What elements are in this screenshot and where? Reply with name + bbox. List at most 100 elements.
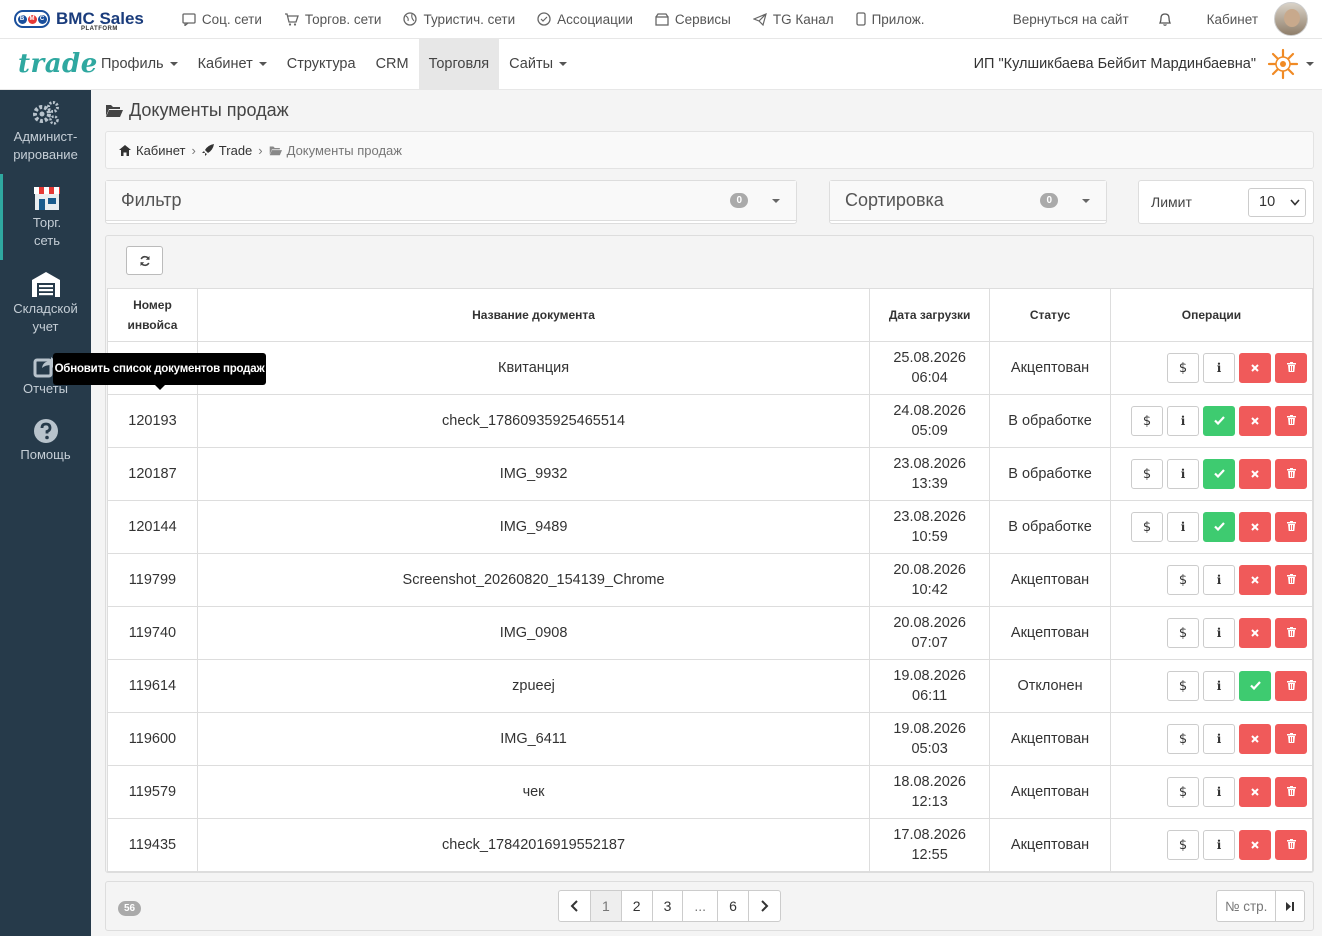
next-page-button[interactable] <box>747 891 780 921</box>
limit-select[interactable]: 10 <box>1248 187 1306 217</box>
info-button[interactable]: i <box>1203 618 1235 648</box>
brand[interactable]: BMC BMC Sales PLATFORM <box>14 9 144 32</box>
reject-button[interactable] <box>1239 618 1271 648</box>
info-button[interactable]: i <box>1203 777 1235 807</box>
payment-button[interactable]: $ <box>1167 618 1199 648</box>
accept-button[interactable] <box>1203 459 1235 489</box>
info-button[interactable]: i <box>1203 353 1235 383</box>
payment-button[interactable]: $ <box>1167 777 1199 807</box>
delete-button[interactable] <box>1275 565 1307 595</box>
cell-date: 20.08.2026 10:42 <box>869 553 991 607</box>
nav-sites[interactable]: Сайты <box>499 39 577 90</box>
cell-name[interactable]: zpueej <box>196 659 871 713</box>
sidebar-item-warehouse[interactable]: Складской учет <box>0 270 91 336</box>
page-3[interactable]: 3 <box>651 891 683 921</box>
refresh-button[interactable] <box>126 246 163 275</box>
go-to-page-button[interactable] <box>1275 891 1304 921</box>
delete-button[interactable] <box>1275 353 1307 383</box>
page-2[interactable]: 2 <box>620 891 652 921</box>
notifications-button[interactable] <box>1157 11 1179 27</box>
toplink-tourism[interactable]: Туристич. сети <box>403 12 515 27</box>
reject-button[interactable] <box>1239 353 1271 383</box>
payment-button[interactable]: $ <box>1167 353 1199 383</box>
info-button[interactable]: i <box>1203 671 1235 701</box>
cell-name[interactable]: чек <box>196 765 871 819</box>
payment-button[interactable]: $ <box>1167 830 1199 860</box>
payment-button[interactable]: $ <box>1167 671 1199 701</box>
delete-button[interactable] <box>1275 724 1307 754</box>
nav-crm[interactable]: CRM <box>366 39 419 90</box>
accept-button[interactable] <box>1203 406 1235 436</box>
cell-name[interactable]: IMG_6411 <box>196 712 871 766</box>
info-icon: i <box>1216 573 1222 587</box>
col-invoice[interactable]: Номер инвойса <box>107 288 198 342</box>
reject-button[interactable] <box>1239 724 1271 754</box>
toplink-social[interactable]: Соц. сети <box>182 12 262 27</box>
breadcrumb-cabinet[interactable]: Кабинет <box>136 143 185 158</box>
sidebar-item-trade-network[interactable]: Торг. сеть <box>0 174 91 260</box>
cabinet-link[interactable]: Кабинет <box>1207 12 1258 27</box>
cell-operations: $ i <box>1110 341 1313 395</box>
filter-panel[interactable]: Фильтр 0 <box>105 180 797 224</box>
payment-button[interactable]: $ <box>1131 406 1163 436</box>
cell-name[interactable]: IMG_9932 <box>196 447 871 501</box>
page-6[interactable]: 6 <box>717 891 748 921</box>
sidebar-item-admin[interactable]: Админист- рирование <box>0 100 91 164</box>
delete-button[interactable] <box>1275 406 1307 436</box>
reject-button[interactable] <box>1239 459 1271 489</box>
delete-button[interactable] <box>1275 830 1307 860</box>
info-button[interactable]: i <box>1167 512 1199 542</box>
toplink-apps[interactable]: Прилож. <box>855 12 925 27</box>
nav-profile[interactable]: Профиль <box>91 39 188 90</box>
col-status[interactable]: Статус <box>989 288 1111 342</box>
payment-button[interactable]: $ <box>1167 724 1199 754</box>
accept-button[interactable] <box>1239 671 1271 701</box>
delete-button[interactable] <box>1275 671 1307 701</box>
reject-button[interactable] <box>1239 777 1271 807</box>
delete-button[interactable] <box>1275 512 1307 542</box>
payment-button[interactable]: $ <box>1167 565 1199 595</box>
sidebar-item-help[interactable]: Помощь <box>0 418 91 464</box>
trade-logo[interactable]: trade <box>0 49 97 79</box>
back-to-site-link[interactable]: Вернуться на сайт <box>1013 12 1129 27</box>
avatar[interactable] <box>1274 2 1308 36</box>
company-menu[interactable]: ИП "Кулшикбаева Бейбит Мардинбаевна" <box>974 47 1314 81</box>
cell-name[interactable]: Квитанция <box>196 341 871 395</box>
prev-page-button[interactable] <box>559 891 590 921</box>
delete-button[interactable] <box>1275 777 1307 807</box>
cell-status: В обработке <box>989 447 1111 501</box>
nav-structure[interactable]: Структура <box>277 39 366 90</box>
reject-button[interactable] <box>1239 565 1271 595</box>
col-date[interactable]: Дата загрузки <box>869 288 991 342</box>
page-number-input[interactable]: № стр. <box>1217 891 1275 921</box>
close-icon <box>1251 358 1259 378</box>
toplink-trade[interactable]: Торгов. сети <box>284 12 381 27</box>
cell-name[interactable]: IMG_0908 <box>196 606 871 660</box>
toplink-telegram[interactable]: TG Канал <box>752 12 834 27</box>
col-name[interactable]: Название документа <box>196 288 871 342</box>
info-button[interactable]: i <box>1203 565 1235 595</box>
payment-button[interactable]: $ <box>1131 459 1163 489</box>
nav-cabinet[interactable]: Кабинет <box>188 39 277 90</box>
accept-button[interactable] <box>1203 512 1235 542</box>
cell-name[interactable]: IMG_9489 <box>196 500 871 554</box>
reject-button[interactable] <box>1239 830 1271 860</box>
delete-button[interactable] <box>1275 459 1307 489</box>
info-button[interactable]: i <box>1167 459 1199 489</box>
nav-trade[interactable]: Торговля <box>418 38 500 90</box>
page-1[interactable]: 1 <box>590 891 621 921</box>
info-button[interactable]: i <box>1203 724 1235 754</box>
cell-name[interactable]: check_17860935925465514 <box>196 394 871 448</box>
info-button[interactable]: i <box>1203 830 1235 860</box>
reject-button[interactable] <box>1239 512 1271 542</box>
info-button[interactable]: i <box>1167 406 1199 436</box>
toplink-services[interactable]: Сервисы <box>655 12 731 27</box>
sort-panel[interactable]: Сортировка 0 <box>829 180 1107 224</box>
cell-name[interactable]: check_17842016919552187 <box>196 818 871 872</box>
payment-button[interactable]: $ <box>1131 512 1163 542</box>
delete-button[interactable] <box>1275 618 1307 648</box>
cell-name[interactable]: Screenshot_20260820_154139_Chrome <box>196 553 871 607</box>
breadcrumb-trade[interactable]: Trade <box>219 143 252 158</box>
toplink-associations[interactable]: Ассоциации <box>537 12 633 27</box>
reject-button[interactable] <box>1239 406 1271 436</box>
